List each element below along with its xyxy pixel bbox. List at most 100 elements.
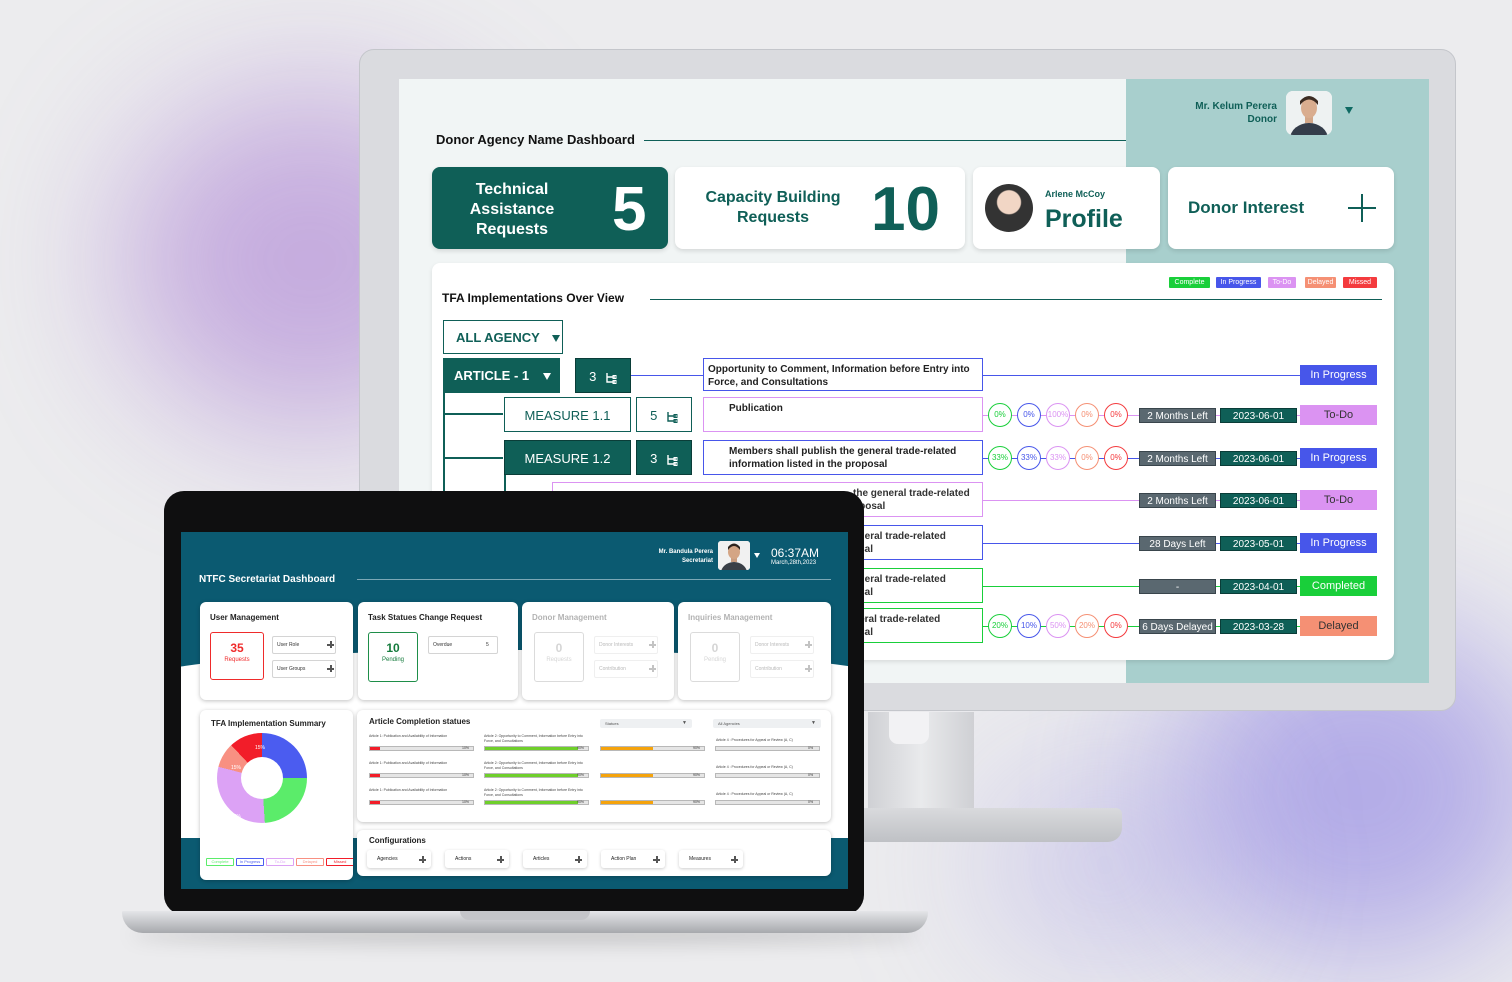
config-button-articles[interactable]: Articles: [523, 850, 587, 868]
inquiries-donor-interests-button[interactable]: Donor Interests: [750, 636, 814, 654]
progress-fill: [601, 774, 653, 777]
donut-label: 15%: [255, 745, 266, 751]
donor-management-title: Donor Management: [532, 613, 607, 622]
progress-bar: [600, 746, 705, 751]
add-plus-icon: [731, 856, 738, 863]
donor-interests-label: Donor Interests: [755, 642, 790, 648]
task-pending-count: 10: [386, 641, 400, 655]
add-plus-icon: [419, 856, 426, 863]
contribution-button[interactable]: Contribution: [594, 660, 658, 678]
status-button[interactable]: In Progress: [1300, 532, 1377, 553]
technical-assistance-card[interactable]: Technical Assistance Requests 5: [432, 167, 668, 249]
implementation-topic[interactable]: Opportunity to Comment, Information befo…: [703, 358, 983, 391]
config-button-actions[interactable]: Actions: [445, 850, 509, 868]
status-button[interactable]: Completed: [1300, 575, 1377, 596]
inquiries-pending-count: 0: [711, 641, 719, 655]
status-button[interactable]: In Progress: [1300, 447, 1377, 468]
article-select[interactable]: ARTICLE - 1: [443, 358, 560, 393]
inquiries-pending-box[interactable]: 0 Pending: [690, 632, 740, 682]
agency-select[interactable]: ALL AGENCY: [443, 320, 563, 354]
inquiries-contribution-button[interactable]: Contribution: [750, 660, 814, 678]
donor-interest-card[interactable]: Donor Interest: [1168, 167, 1394, 249]
secretariat-menu-chevron-down-icon[interactable]: [754, 553, 760, 558]
progress-percent: 90%: [577, 773, 585, 777]
topic-text-continued: oposal: [853, 501, 886, 512]
measure-1-2-button[interactable]: MEASURE 1.2: [504, 440, 631, 475]
topic-text-continued: osal: [853, 543, 978, 556]
hierarchy-icon: [667, 411, 678, 423]
legend-complete: Complete: [1169, 277, 1210, 288]
status-button[interactable]: Delayed: [1300, 615, 1377, 636]
legend-in-progress: In Progress: [1216, 277, 1261, 288]
progress-circle: 0%: [1104, 445, 1128, 470]
user-requests-box[interactable]: 35 Requests: [210, 632, 264, 680]
tree-connector-horizontal: [443, 457, 503, 459]
status-button[interactable]: In Progress: [1300, 364, 1377, 385]
config-button-action-plan[interactable]: Action Plan: [601, 850, 665, 868]
implementation-topic[interactable]: Publication: [703, 397, 983, 432]
progress-percent: 10%: [462, 746, 470, 750]
deadline-badge: -: [1139, 578, 1216, 594]
secretariat-user-role: Secretariat: [681, 558, 713, 564]
user-avatar[interactable]: [1286, 91, 1332, 135]
chevron-down-icon: ▼: [811, 720, 816, 726]
donor-interest-label: Donor Interest: [1188, 198, 1305, 217]
progress-circle: 50%: [1046, 613, 1070, 638]
user-menu-chevron-down-icon[interactable]: [1345, 107, 1353, 114]
user-groups-label: User Groups: [277, 666, 306, 672]
date-badge: 2023-06-01: [1220, 407, 1297, 423]
donut-label: 15%: [231, 765, 242, 771]
user-avatar-photo: [1286, 91, 1332, 135]
status-button[interactable]: To-Do: [1300, 489, 1377, 510]
topic-text: eneral trade-related: [853, 574, 946, 585]
task-pending-box[interactable]: 10 Pending: [368, 632, 418, 682]
implementation-topic[interactable]: Members shall publish the general trade-…: [703, 440, 983, 475]
agency-select-value: ALL AGENCY: [456, 330, 540, 345]
laptop-screen: Mr. Bandula Perera Secretariat 06:37AM M…: [181, 532, 848, 889]
agency-filter-value: All Agencies: [718, 721, 740, 726]
tfa-summary-title: TFA Implementation Summary: [211, 719, 326, 728]
secretariat-avatar-photo: [718, 541, 750, 570]
add-plus-icon[interactable]: [1348, 194, 1376, 222]
donor-interests-button[interactable]: Donor Interests: [594, 636, 658, 654]
chevron-down-icon: ▼: [682, 720, 687, 726]
measure-1-1-count[interactable]: 5: [636, 397, 692, 432]
summary-legend-item: To-Do: [266, 858, 294, 866]
status-filter-dropdown[interactable]: Statues ▼: [600, 719, 692, 728]
donor-interests-label: Donor Interests: [599, 642, 634, 648]
article-name: Article 1: Publication and Availability …: [369, 761, 448, 765]
configurations-card: Configurations Agencies Actions Articles Ac…: [357, 830, 831, 876]
add-plus-icon: [327, 641, 334, 648]
config-button-agencies[interactable]: Agencies: [367, 850, 431, 868]
status-button[interactable]: To-Do: [1300, 404, 1377, 425]
legend-missed: Missed: [1343, 277, 1377, 288]
profile-card[interactable]: Arlene McCoy Profile: [973, 167, 1160, 249]
progress-circle: 20%: [988, 613, 1012, 638]
donor-requests-box[interactable]: 0 Requests: [534, 632, 584, 682]
measure-1-1-button[interactable]: MEASURE 1.1: [504, 397, 631, 432]
progress-percent: 90%: [693, 773, 701, 777]
progress-bar: [715, 773, 820, 778]
overdue-button[interactable]: Overdue 5: [428, 636, 498, 654]
inquiries-title: Inquiries Management: [688, 613, 773, 622]
measure-1-2-count[interactable]: 3: [636, 440, 692, 475]
user-name: Mr. Kelum Perera: [1195, 101, 1277, 112]
topic-text: eneral trade-related: [853, 531, 946, 542]
progress-circle: 0%: [1017, 402, 1041, 427]
measure-label: MEASURE 1.2: [524, 451, 611, 466]
capacity-building-card[interactable]: Capacity Building Requests 10: [675, 167, 965, 249]
agency-filter-dropdown[interactable]: All Agencies ▼: [713, 719, 821, 728]
laptop-notch: [460, 911, 590, 920]
config-button-measures[interactable]: Measures: [679, 850, 743, 868]
row-connector-line: [631, 374, 703, 376]
summary-legend-item: Missed: [326, 858, 353, 866]
article-label: ARTICLE - 1: [454, 368, 530, 383]
secretariat-avatar[interactable]: [718, 541, 750, 570]
add-plus-icon: [805, 665, 812, 672]
article-measure-count[interactable]: 3: [575, 358, 631, 393]
user-requests-count: 35: [230, 641, 244, 655]
status-filter-value: Statues: [605, 721, 619, 726]
progress-percent: 0%: [808, 746, 814, 750]
user-groups-button[interactable]: User Groups: [272, 660, 336, 678]
user-role-button[interactable]: User Role: [272, 636, 336, 654]
